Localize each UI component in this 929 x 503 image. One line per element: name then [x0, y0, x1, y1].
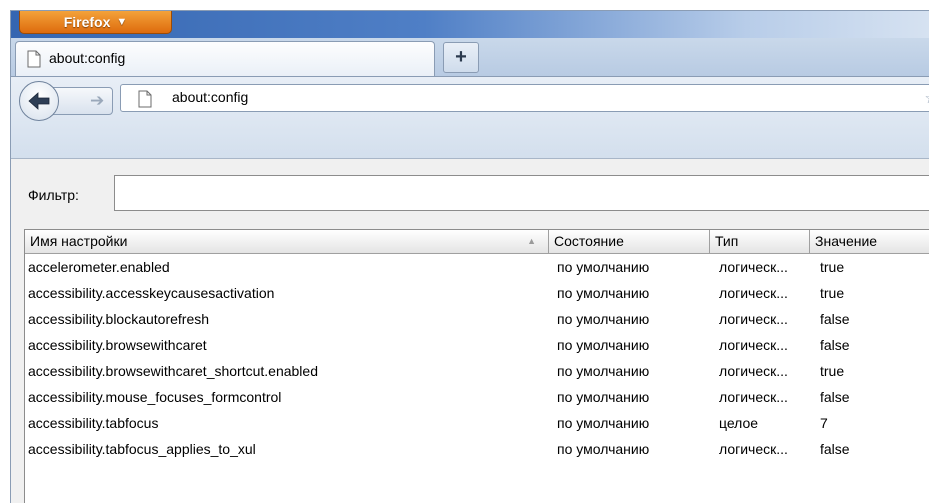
back-arrow-icon — [28, 92, 50, 110]
table-row[interactable]: accessibility.accesskeycausesactivation … — [25, 280, 929, 306]
pref-name: accessibility.browsewithcaret — [28, 337, 207, 353]
pref-status: по умолчанию — [557, 363, 650, 379]
url-text: about:config — [172, 89, 249, 105]
plus-icon: + — [455, 46, 467, 68]
pref-value: 7 — [820, 415, 828, 431]
pref-type: логическ... — [719, 311, 788, 327]
column-header-label: Тип — [715, 233, 739, 249]
new-tab-button[interactable]: + — [443, 42, 479, 73]
pref-status: по умолчанию — [557, 441, 650, 457]
pref-value: true — [820, 363, 845, 379]
pref-name: accessibility.tabfocus_applies_to_xul — [28, 441, 256, 457]
pref-status: по умолчанию — [557, 389, 650, 405]
about-config-page: Фильтр: Имя настройки ▲ Состояние Тип Зн… — [11, 158, 929, 503]
column-header-name[interactable]: Имя настройки ▲ — [25, 230, 549, 254]
back-forward-group: ➔ — [19, 81, 113, 121]
bookmark-star-icon[interactable]: ☆ — [925, 89, 929, 107]
url-bar[interactable]: about:config ☆ — [120, 84, 929, 112]
preferences-table[interactable]: Имя настройки ▲ Состояние Тип Значение a… — [24, 229, 929, 503]
sort-ascending-icon: ▲ — [527, 236, 536, 246]
table-header: Имя настройки ▲ Состояние Тип Значение — [25, 230, 929, 254]
firefox-menu-label: Firefox — [63, 14, 111, 30]
pref-value: false — [820, 311, 850, 327]
pref-name: accelerometer.enabled — [28, 259, 170, 275]
title-bar: Firefox ▼ — [11, 11, 929, 38]
pref-type: логическ... — [719, 259, 788, 275]
column-header-type[interactable]: Тип — [710, 230, 810, 254]
column-header-label: Имя настройки — [30, 233, 128, 249]
pref-name: accessibility.mouse_focuses_formcontrol — [28, 389, 282, 405]
pref-status: по умолчанию — [557, 259, 650, 275]
page-icon — [27, 50, 41, 71]
table-row[interactable]: accessibility.mouse_focuses_formcontrol … — [25, 384, 929, 410]
browser-window: Firefox ▼ about:config + ➔ about:config … — [10, 10, 929, 503]
column-header-status[interactable]: Состояние — [549, 230, 710, 254]
tab-title: about:config — [49, 50, 126, 66]
table-row[interactable]: accessibility.tabfocus по умолчанию цело… — [25, 410, 929, 436]
pref-name: accessibility.browsewithcaret_shortcut.e… — [28, 363, 318, 379]
pref-value: false — [820, 337, 850, 353]
pref-type: логическ... — [719, 389, 788, 405]
firefox-menu-button[interactable]: Firefox ▼ — [19, 11, 172, 34]
pref-name: accessibility.blockautorefresh — [28, 311, 210, 327]
pref-type: логическ... — [719, 441, 788, 457]
dropdown-arrow-icon: ▼ — [116, 16, 128, 28]
pref-type: логическ... — [719, 337, 788, 353]
pref-name: accessibility.tabfocus — [28, 415, 159, 431]
tab-about-config[interactable]: about:config — [15, 41, 435, 76]
pref-status: по умолчанию — [557, 337, 650, 353]
pref-value: true — [820, 259, 845, 275]
table-row[interactable]: accessibility.browsewithcaret_shortcut.e… — [25, 358, 929, 384]
filter-label: Фильтр: — [28, 187, 79, 203]
page-icon — [138, 90, 152, 111]
table-row[interactable]: accessibility.tabfocus_applies_to_xul по… — [25, 436, 929, 462]
pref-name: accessibility.accesskeycausesactivation — [28, 285, 275, 301]
column-header-label: Состояние — [554, 233, 624, 249]
forward-arrow-icon: ➔ — [90, 91, 105, 110]
table-row[interactable]: accessibility.blockautorefresh по умолча… — [25, 306, 929, 332]
pref-type: целое — [719, 415, 759, 431]
pref-value: false — [820, 441, 850, 457]
navigation-toolbar: ➔ about:config ☆ — [11, 76, 929, 159]
pref-type: логическ... — [719, 363, 788, 379]
pref-status: по умолчанию — [557, 415, 650, 431]
table-row[interactable]: accessibility.browsewithcaret по умолчан… — [25, 332, 929, 358]
pref-value: false — [820, 389, 850, 405]
column-header-value[interactable]: Значение — [810, 230, 929, 254]
pref-status: по умолчанию — [557, 311, 650, 327]
table-row[interactable]: accelerometer.enabled по умолчанию логич… — [25, 254, 929, 280]
tab-strip: about:config + — [11, 38, 929, 76]
pref-value: true — [820, 285, 845, 301]
filter-input[interactable] — [114, 175, 929, 211]
column-header-label: Значение — [815, 233, 878, 249]
pref-type: логическ... — [719, 285, 788, 301]
back-button[interactable] — [19, 81, 59, 121]
pref-status: по умолчанию — [557, 285, 650, 301]
